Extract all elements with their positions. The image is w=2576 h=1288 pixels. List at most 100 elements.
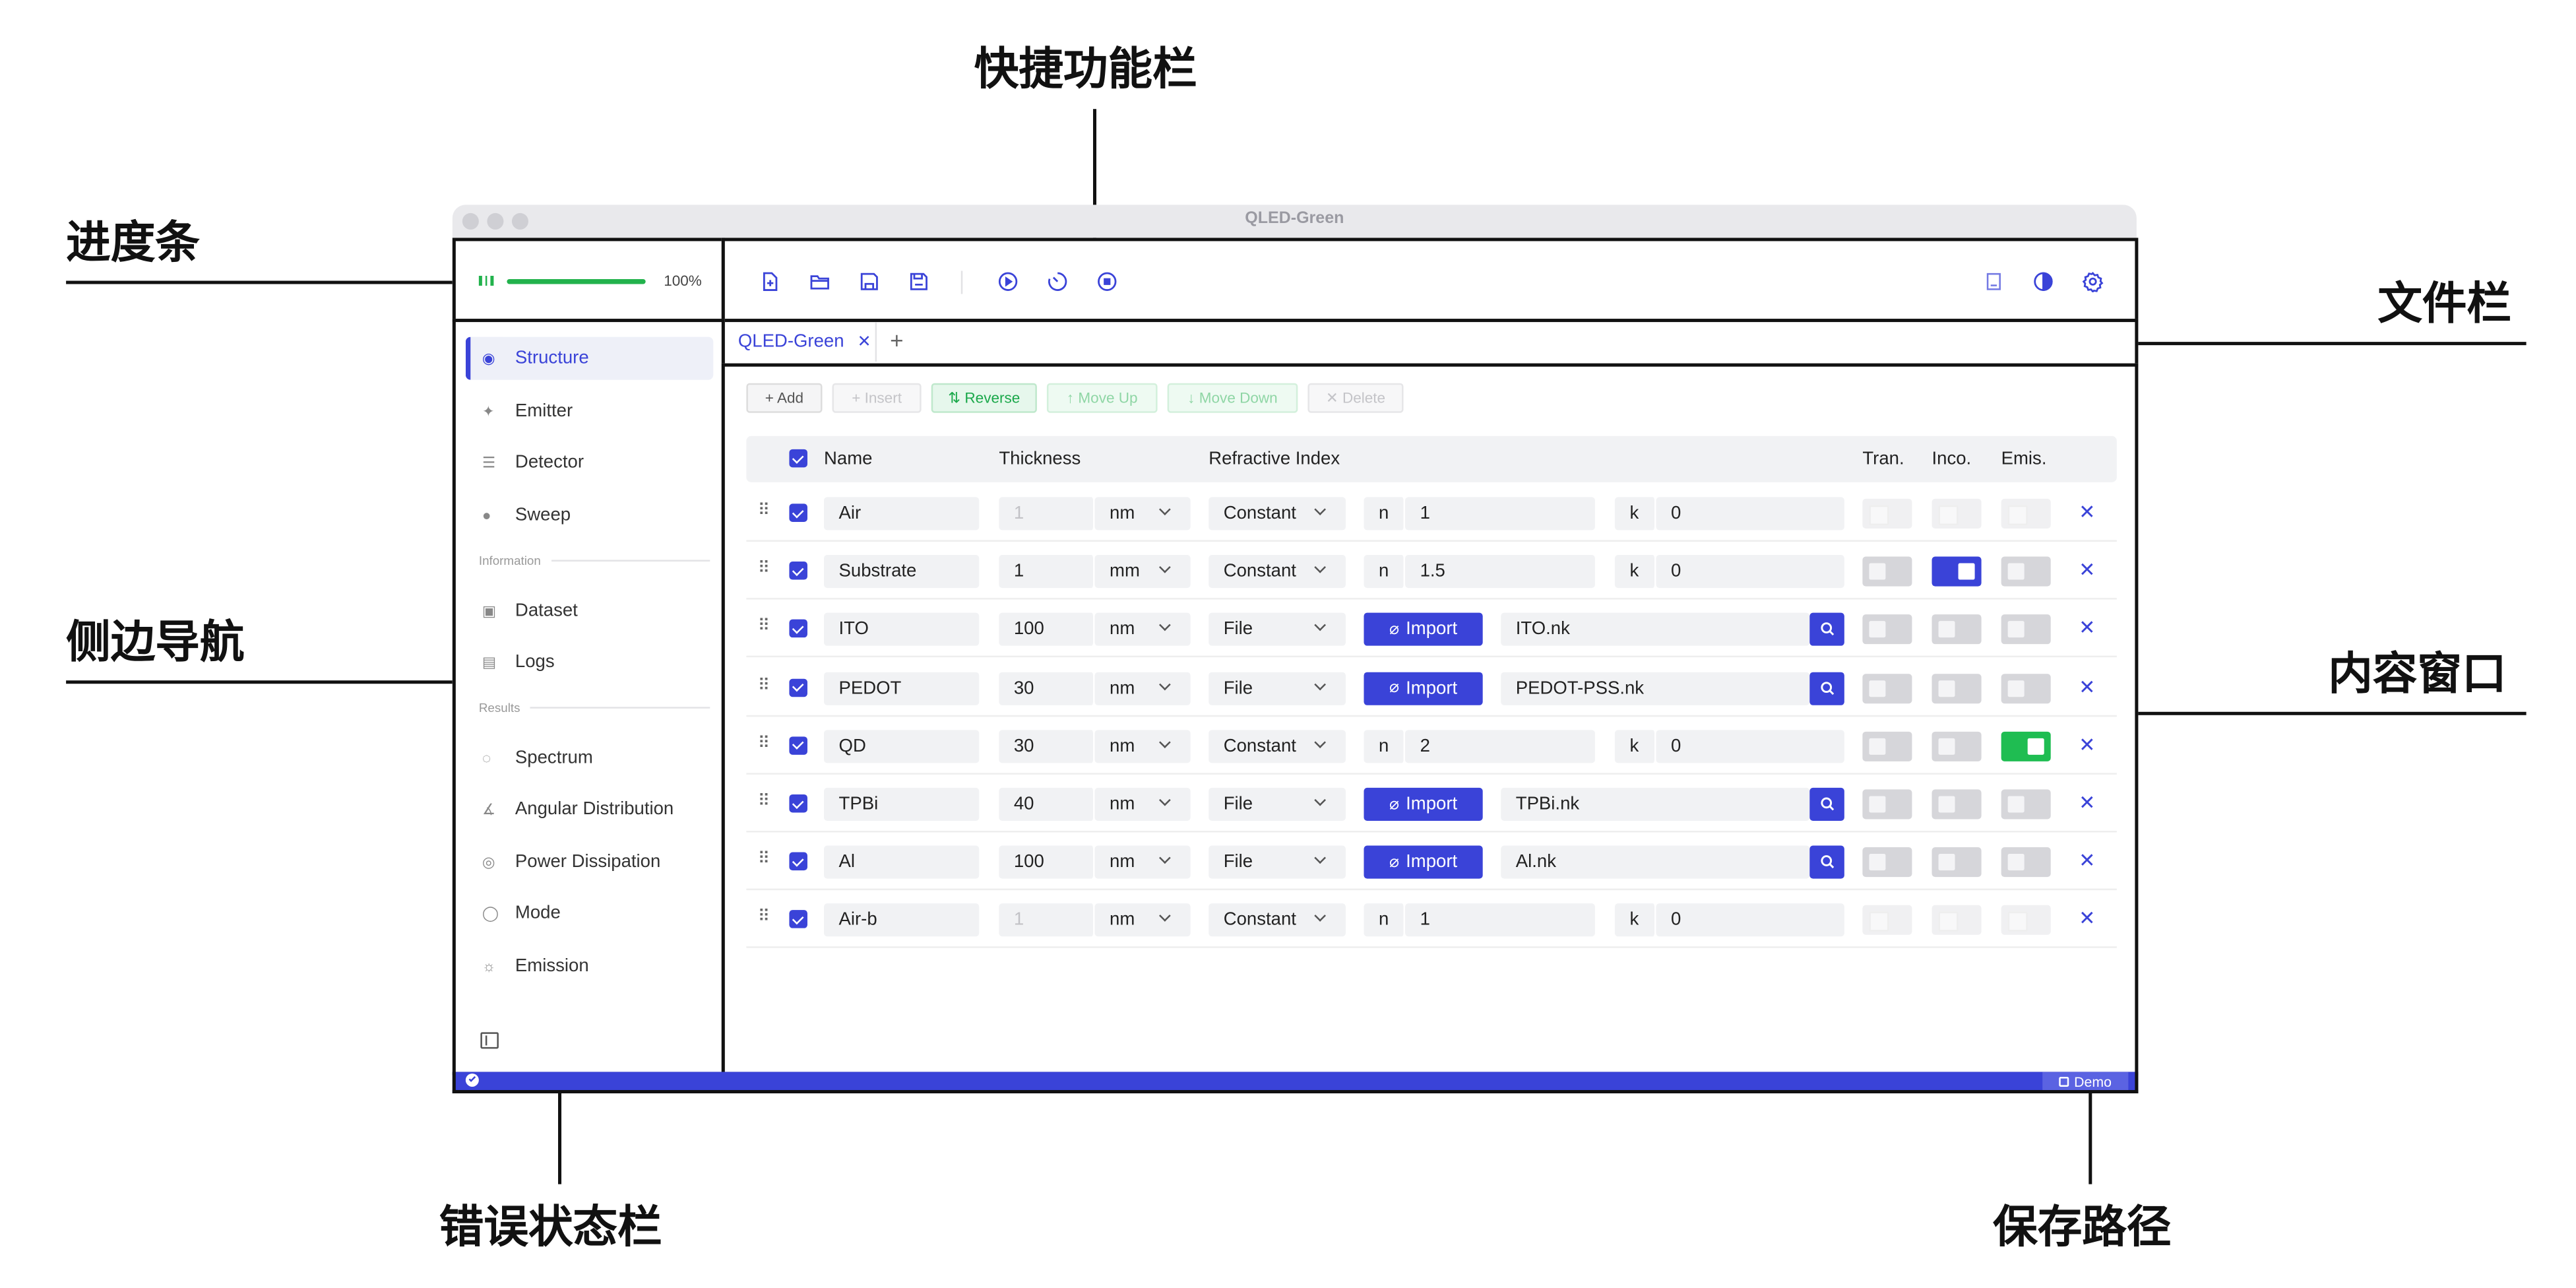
thickness-input[interactable]: 100 [999, 846, 1095, 880]
delete-row-icon[interactable]: ✕ [2079, 907, 2095, 930]
insert-button[interactable]: + Insert [832, 383, 922, 413]
save-icon[interactable] [857, 269, 882, 294]
thickness-input[interactable]: 1 [999, 555, 1095, 589]
unit-select[interactable]: mm [1094, 555, 1191, 589]
sidebar-item-emitter[interactable]: ✦ Emitter [466, 390, 713, 433]
inco-toggle[interactable] [1932, 847, 1982, 878]
k-value-input[interactable]: 0 [1656, 497, 1844, 531]
delete-row-icon[interactable]: ✕ [2079, 733, 2095, 756]
emis-toggle[interactable] [2001, 789, 2051, 820]
emis-toggle[interactable] [2001, 498, 2051, 529]
drag-handle-icon[interactable]: ⠿ [758, 676, 770, 695]
row-checkbox[interactable] [789, 503, 807, 522]
delete-row-icon[interactable]: ✕ [2079, 558, 2095, 581]
drag-handle-icon[interactable]: ⠿ [758, 560, 770, 579]
row-checkbox[interactable] [789, 562, 807, 581]
stop-icon[interactable] [1094, 269, 1119, 294]
k-value-input[interactable]: 0 [1656, 904, 1844, 938]
n-value-input[interactable]: 1 [1405, 497, 1595, 531]
tran-toggle[interactable] [1862, 498, 1912, 529]
sidebar-item-power-dissipation[interactable]: ◎ Power Dissipation [466, 841, 713, 884]
search-icon[interactable] [1809, 613, 1844, 647]
inco-toggle[interactable] [1932, 615, 1982, 645]
tab-file[interactable]: QLED-Green ✕ [725, 322, 877, 362]
emis-toggle[interactable] [2001, 615, 2051, 645]
collapse-sidebar-icon[interactable] [480, 1032, 499, 1049]
nk-file-input[interactable]: PEDOT-PSS.nk [1501, 671, 1810, 705]
n-value-input[interactable]: 1.5 [1405, 555, 1595, 589]
book-icon[interactable] [1982, 269, 2007, 294]
add-tab-button[interactable]: + [890, 327, 903, 354]
row-checkbox[interactable] [789, 678, 807, 697]
drag-handle-icon[interactable]: ⠿ [758, 909, 770, 928]
drag-handle-icon[interactable]: ⠿ [758, 502, 770, 521]
row-checkbox[interactable] [789, 794, 807, 813]
row-checkbox[interactable] [789, 620, 807, 639]
drag-handle-icon[interactable]: ⠿ [758, 618, 770, 637]
thickness-input[interactable]: 40 [999, 787, 1095, 821]
thickness-input[interactable]: 1 [999, 497, 1095, 531]
row-checkbox[interactable] [789, 911, 807, 929]
play-icon[interactable] [995, 269, 1021, 294]
ri-type-select[interactable]: Constant [1209, 497, 1346, 531]
inco-toggle[interactable] [1932, 731, 1982, 761]
thickness-input[interactable]: 100 [999, 613, 1095, 647]
ri-type-select[interactable]: File [1209, 671, 1346, 705]
unit-select[interactable]: nm [1094, 613, 1191, 647]
search-icon[interactable] [1809, 787, 1844, 821]
sidebar-item-dataset[interactable]: ▣ Dataset [466, 590, 713, 633]
inco-toggle[interactable] [1932, 498, 1982, 529]
tran-toggle[interactable] [1862, 556, 1912, 587]
emis-toggle[interactable] [2001, 731, 2051, 761]
layer-name-input[interactable]: PEDOT [823, 671, 980, 705]
layer-name-input[interactable]: ITO [823, 613, 980, 647]
nk-file-input[interactable]: ITO.nk [1501, 613, 1810, 647]
timer-icon[interactable] [1045, 269, 1070, 294]
sidebar-item-emission[interactable]: ☼ Emission [466, 945, 713, 988]
k-value-input[interactable]: 0 [1656, 555, 1844, 589]
delete-row-icon[interactable]: ✕ [2079, 791, 2095, 814]
layer-name-input[interactable]: Air-b [823, 904, 980, 938]
reverse-button[interactable]: ⇅ Reverse [931, 383, 1037, 413]
inco-toggle[interactable] [1932, 673, 1982, 703]
emis-toggle[interactable] [2001, 556, 2051, 587]
unit-select[interactable]: nm [1094, 787, 1191, 821]
save-as-icon[interactable] [906, 269, 931, 294]
ri-type-select[interactable]: File [1209, 787, 1346, 821]
inco-toggle[interactable] [1932, 905, 1982, 936]
tran-toggle[interactable] [1862, 731, 1912, 761]
open-folder-icon[interactable] [807, 269, 832, 294]
select-all-checkbox[interactable] [789, 449, 807, 468]
settings-icon[interactable] [2081, 269, 2106, 294]
delete-row-icon[interactable]: ✕ [2079, 849, 2095, 872]
k-value-input[interactable]: 0 [1656, 729, 1844, 763]
move-down-button[interactable]: ↓ Move Down [1167, 383, 1298, 413]
unit-select[interactable]: nm [1094, 671, 1191, 705]
thickness-input[interactable]: 1 [999, 904, 1095, 938]
row-checkbox[interactable] [789, 853, 807, 871]
nk-file-input[interactable]: Al.nk [1501, 846, 1810, 880]
sidebar-item-detector[interactable]: ☰ Detector [466, 441, 713, 484]
inco-toggle[interactable] [1932, 789, 1982, 820]
n-value-input[interactable]: 2 [1405, 729, 1595, 763]
unit-select[interactable]: nm [1094, 846, 1191, 880]
emis-toggle[interactable] [2001, 905, 2051, 936]
ri-type-select[interactable]: File [1209, 613, 1346, 647]
layer-name-input[interactable]: TPBi [823, 787, 980, 821]
layer-name-input[interactable]: Substrate [823, 555, 980, 589]
row-checkbox[interactable] [789, 736, 807, 755]
unit-select[interactable]: nm [1094, 904, 1191, 938]
thickness-input[interactable]: 30 [999, 729, 1095, 763]
sidebar-item-spectrum[interactable]: ◌ Spectrum [466, 736, 713, 779]
status-ok-icon[interactable] [465, 1073, 479, 1087]
search-icon[interactable] [1809, 846, 1844, 880]
theme-icon[interactable] [2031, 269, 2056, 294]
import-button[interactable]: ⌀ Import [1364, 846, 1483, 880]
delete-button[interactable]: ✕ Delete [1307, 383, 1404, 413]
close-icon[interactable]: ✕ [858, 333, 871, 351]
thickness-input[interactable]: 30 [999, 671, 1095, 705]
ri-type-select[interactable]: Constant [1209, 555, 1346, 589]
tran-toggle[interactable] [1862, 905, 1912, 936]
delete-row-icon[interactable]: ✕ [2079, 675, 2095, 698]
sidebar-item-logs[interactable]: ▤ Logs [466, 641, 713, 684]
